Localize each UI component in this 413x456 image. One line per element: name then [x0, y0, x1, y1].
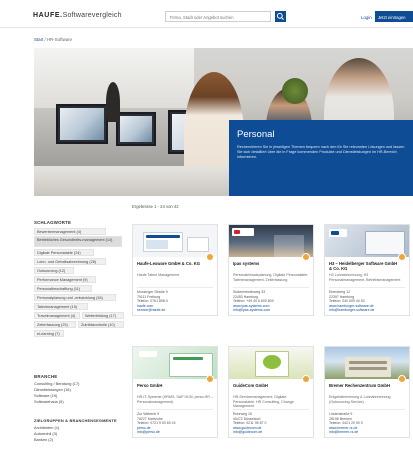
- company-thumbnail: [133, 347, 217, 379]
- filter-tag[interactable]: Performance Management (9): [34, 276, 96, 283]
- company-name[interactable]: GuideCom GmbH: [233, 383, 303, 388]
- filter-zielgruppe-item[interactable]: Automobil (3): [34, 431, 57, 436]
- breadcrumb: Start / HR-Software: [34, 37, 73, 42]
- filter-tag[interactable]: Lohn- und Gehaltsabrechnung (28): [34, 258, 106, 265]
- breadcrumb-current: HR-Software: [46, 37, 73, 42]
- company-address: Rohrweg 15 40472 Düsseldorf Telefon: 021…: [233, 412, 309, 435]
- company-email-link[interactable]: info@perso.de: [137, 430, 213, 435]
- card-divider: [233, 409, 309, 410]
- company-card[interactable]: Bremer Rechenzentrum GmbH Entgeltabrechn…: [324, 346, 410, 438]
- company-description: Personaleinsatzplanung, Digitale Persona…: [233, 273, 309, 282]
- card-divider: [137, 287, 213, 288]
- filter-tag[interactable]: Outsourcing (12): [34, 267, 74, 274]
- company-name[interactable]: Ipas systems: [233, 261, 303, 266]
- favorite-icon[interactable]: [398, 375, 406, 383]
- hero-text: Recherchieren Sie in jeweiligen Themen b…: [237, 145, 405, 160]
- card-divider: [233, 287, 309, 288]
- company-email-link[interactable]: info@guidecom.de: [233, 430, 309, 435]
- filter-tag[interactable]: Travelmanagement (4): [34, 312, 80, 319]
- filter-tag[interactable]: Personalbeschaffung (11): [34, 285, 92, 292]
- login-link[interactable]: Login: [361, 15, 372, 20]
- filter-zielgruppe-item[interactable]: Banken (2): [34, 437, 53, 442]
- company-thumbnail: [133, 225, 217, 257]
- company-email-link[interactable]: info@ipas-systems.com: [233, 308, 309, 313]
- filter-tag[interactable]: Talentmanagement (15): [34, 303, 88, 310]
- company-email-link[interactable]: info@bremer-rz.de: [329, 430, 405, 435]
- filter-branche-item[interactable]: Consulting / Beratung (17): [34, 381, 79, 386]
- company-card[interactable]: H3 – Heidelberger Software GmbH & Co. KG…: [324, 224, 410, 316]
- hero-text-box: Personal Recherchieren Sie in jeweiligen…: [229, 120, 413, 196]
- company-description: Haufe Talent Management: [137, 273, 180, 277]
- company-address: Munzinger Straße 9 79111 Freiburg Telefo…: [137, 290, 213, 313]
- card-divider: [329, 409, 405, 410]
- filter-zielgruppe-item[interactable]: Architekten (1): [34, 425, 59, 430]
- company-name[interactable]: Haufe-Lexware GmbH & Co. KG: [137, 261, 207, 266]
- company-thumbnail: [229, 347, 313, 379]
- filter-tag[interactable]: Weiterbildung (17): [82, 312, 124, 319]
- company-name[interactable]: Perso GmbH: [137, 383, 207, 388]
- filter-branche-item[interactable]: Software (19): [34, 393, 57, 398]
- filter-heading-schlagworte: SCHLAGWORTE: [34, 220, 72, 225]
- breadcrumb-home[interactable]: Start: [34, 37, 43, 42]
- company-card[interactable]: Perso GmbH HR-IT-Systeme (HRMS, SAP HCM,…: [132, 346, 218, 438]
- site-header: HAUFE.Softwarevergleich Firma, Stadt ode…: [0, 0, 413, 28]
- company-email-link[interactable]: info@hamburger-software.de: [329, 308, 405, 313]
- filter-tag[interactable]: Betriebliches Gesundheits-management (14…: [34, 236, 122, 247]
- favorite-icon[interactable]: [206, 253, 214, 261]
- company-card[interactable]: Haufe-Lexware GmbH & Co. KG Haufe Talent…: [132, 224, 218, 316]
- favorite-icon[interactable]: [206, 375, 214, 383]
- company-name[interactable]: Bremer Rechenzentrum GmbH: [329, 383, 399, 388]
- company-address: Lindenstraße 9 28195 Bremen Telefon: 042…: [329, 412, 405, 435]
- search-input[interactable]: Firma, Stadt oder Angebot suchen: [165, 11, 271, 22]
- filter-tag[interactable]: Bewerbermanagement (4): [34, 228, 106, 235]
- favorite-icon[interactable]: [398, 253, 406, 261]
- filter-tag[interactable]: Personalplanung und -entwicklung (34): [34, 294, 116, 301]
- company-card[interactable]: Ipas systems Personaleinsatzplanung, Dig…: [228, 224, 314, 316]
- favorite-icon[interactable]: [302, 375, 310, 383]
- filter-branche-item[interactable]: Dienstleistungen (16): [34, 387, 71, 392]
- hero-banner: Personal Recherchieren Sie in jeweiligen…: [34, 48, 413, 196]
- company-thumbnail: [229, 225, 313, 257]
- company-address: Ebersberg 12 22397 Hamburg Telefon: 040 …: [329, 290, 405, 313]
- site-logo[interactable]: HAUFE.Softwarevergleich: [33, 12, 122, 19]
- filter-tag[interactable]: Zutrittskontrolle (10): [78, 321, 124, 328]
- search-icon: [276, 12, 284, 20]
- filter-tag[interactable]: eLearning (7): [34, 330, 64, 337]
- filter-tag[interactable]: Zeiterfassung (23): [34, 321, 76, 328]
- company-card[interactable]: GuideCom GmbH HR-Servicemanagement, Digi…: [228, 346, 314, 438]
- card-divider: [329, 287, 405, 288]
- company-name[interactable]: H3 – Heidelberger Software GmbH & Co. KG: [329, 261, 399, 271]
- company-email-link[interactable]: service@haufe.de: [137, 308, 213, 313]
- filter-tag[interactable]: Digitale Personalakte (24): [34, 249, 94, 256]
- search-button[interactable]: [275, 11, 286, 22]
- company-address: Zur Weberei 9 76227 Karlsruhe Telefon: 0…: [137, 412, 213, 435]
- company-description: H3 Lohnabrechnung, H3 Personalmanagement…: [329, 273, 401, 282]
- company-description: HR-IT-Systeme (HRMS, SAP HCM, perso.HR –…: [137, 395, 213, 404]
- filter-heading-zielgruppen: ZIELGRUPPEN & BRANCHENSEGMENTE: [34, 418, 117, 423]
- hero-title: Personal: [237, 129, 275, 140]
- filter-heading-branche: BRANCHE: [34, 374, 58, 379]
- card-divider: [137, 409, 213, 410]
- filter-branche-item[interactable]: Softwarehaus (5): [34, 399, 64, 404]
- company-description: HR-Servicemanagement, Digitale Personala…: [233, 395, 294, 409]
- results-count: Ergebnisse 1 - 24 von 42: [132, 204, 179, 209]
- signup-button[interactable]: Jetzt eintragen: [375, 11, 413, 22]
- company-thumbnail: [325, 225, 409, 257]
- company-description: Entgeltabrechnung & Lohnabrechnung (Outs…: [329, 395, 391, 404]
- company-thumbnail: [325, 347, 409, 379]
- favorite-icon[interactable]: [302, 253, 310, 261]
- company-address: Südermeisterweg 33 22453 Hamburg Telefon…: [233, 290, 309, 313]
